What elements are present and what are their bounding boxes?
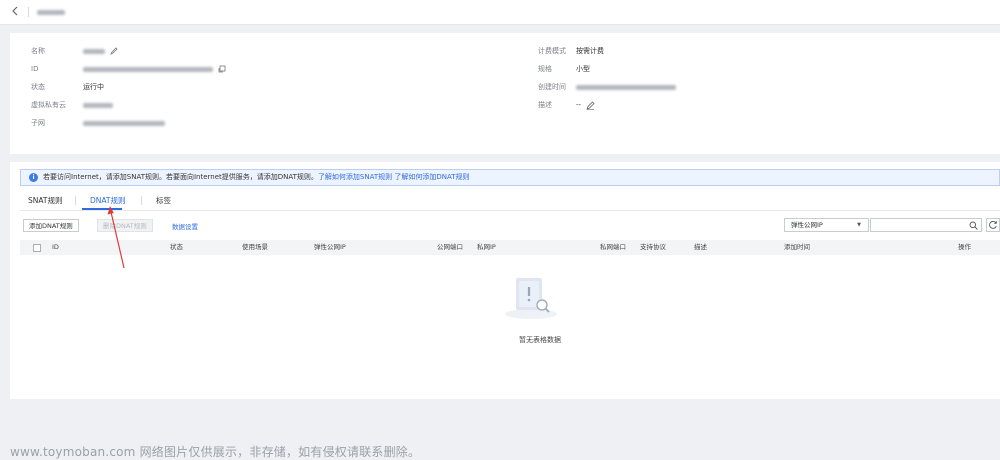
annotation-arrow: [107, 206, 125, 269]
watermark: www.toymoban.com 网络图片仅供展示，非存储，如有侵权请联系删除。: [10, 445, 421, 459]
